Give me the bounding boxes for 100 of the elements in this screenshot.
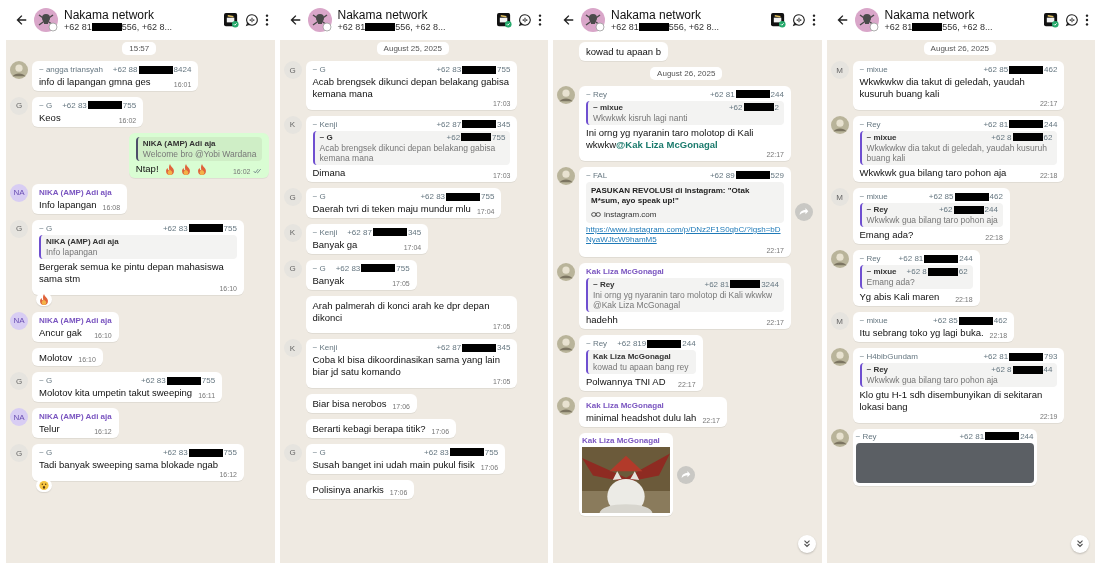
avatar-icon[interactable]: [830, 428, 849, 447]
chat-title[interactable]: Nakama network: [337, 8, 491, 22]
message-text: info di lapangan gmna ges: [39, 76, 151, 88]
sender-name[interactable]: NIKA (AMP) Adi aja: [39, 315, 112, 325]
quoted-message[interactable]: Kak Liza McGonagal kowad tu apaan bang rey: [586, 350, 696, 375]
scroll-down-button[interactable]: [797, 535, 816, 553]
sender-name[interactable]: ~ G: [39, 100, 53, 110]
sender-name[interactable]: ~ G: [39, 223, 53, 233]
reaction-badge[interactable]: [36, 479, 52, 492]
redaction-bar: [449, 448, 484, 457]
avatar[interactable]: G: [10, 444, 28, 463]
quoted-message[interactable]: ~ Rey +62 81 3244 Ini orng yg nyaranin taro molotop di Kali wkwkw @Kak Liza McGonagal: [586, 277, 784, 313]
profile-badge-icon[interactable]: [497, 12, 512, 28]
quoted-message[interactable]: NIKA (AMP) Adi aja Welcome bro @Yobi Wardana: [135, 136, 262, 161]
avatar[interactable]: G: [283, 188, 302, 206]
sender-name[interactable]: ~ Kenji: [312, 119, 338, 129]
sender-name[interactable]: ~ mixue: [859, 65, 888, 74]
avatar[interactable]: G: [283, 61, 302, 79]
sender-name[interactable]: Kak Liza McGonagal: [586, 266, 664, 276]
sender-name[interactable]: ~ Kenji: [312, 227, 338, 237]
sender-name[interactable]: ~ G: [312, 447, 326, 457]
avatar-icon[interactable]: [557, 166, 575, 185]
sender-name[interactable]: ~ G: [312, 263, 326, 273]
sender-name[interactable]: ~ angga triansyah: [39, 65, 103, 74]
phone-suffix: 244: [959, 254, 973, 264]
avatar[interactable]: NA: [10, 408, 28, 427]
sender-name[interactable]: ~ Rey: [855, 431, 877, 441]
avatar-icon[interactable]: [557, 397, 575, 416]
sender-name[interactable]: ~ Rey: [859, 119, 881, 129]
quoted-message[interactable]: ~ Rey +62 8 44 Wkwkwk gua bilang taro pohon aja: [859, 363, 1058, 388]
sender-name[interactable]: ~ H4bibGundam: [859, 352, 918, 361]
phone-suffix: 462: [1044, 65, 1058, 74]
avatar[interactable]: G: [10, 96, 28, 115]
quoted-message[interactable]: ~ mixue +62 8 62 Emang ada?: [859, 265, 973, 290]
more-icon[interactable]: [264, 13, 269, 27]
avatar[interactable]: K: [283, 223, 302, 242]
quoted-message[interactable]: ~ mixue +62 2 Wkwkwk kisruh lagi nanti: [586, 100, 784, 126]
avatar[interactable]: M: [830, 312, 849, 331]
back-icon[interactable]: [14, 13, 28, 27]
sender-name[interactable]: ~ G: [39, 448, 53, 458]
skull-avatar-icon[interactable]: [307, 8, 332, 32]
avatar[interactable]: NA: [10, 311, 28, 330]
profile-badge-icon[interactable]: [770, 12, 786, 28]
avatar[interactable]: K: [283, 339, 302, 358]
profile-badge-icon[interactable]: [1044, 12, 1059, 28]
quoted-message[interactable]: ~ Rey +62 244 Wkwkwk gua bilang taro pohon aja: [859, 203, 1003, 228]
more-icon[interactable]: [538, 13, 542, 27]
avatar[interactable]: M: [830, 188, 849, 206]
quoted-message[interactable]: ~ mixue +62 8 62 Wkwkwkw dia takut di geledah, yaudah kusuruh buang kali: [859, 130, 1058, 166]
message-text: Bergerak semua ke pintu depan mahasiswa sama stm: [39, 260, 225, 285]
quoted-message[interactable]: ~ G +62 755 Acab brengsek dikunci depan belakang gabisa kemana mana: [312, 130, 511, 166]
quoted-message[interactable]: NIKA (AMP) Adi aja Info lapangan: [39, 234, 237, 259]
fire-icon: [39, 293, 49, 305]
skull-avatar-icon[interactable]: [854, 8, 879, 32]
avatar-icon[interactable]: [557, 335, 575, 354]
sender-name[interactable]: NIKA (AMP) Adi aja: [39, 187, 112, 197]
skull-avatar-icon[interactable]: [34, 8, 58, 32]
mention-link[interactable]: @Kak Liza McGonagal: [616, 138, 718, 150]
sender-name[interactable]: ~ Kenji: [312, 343, 338, 353]
avatar[interactable]: G: [283, 443, 302, 462]
avatar[interactable]: G: [283, 259, 302, 278]
more-icon[interactable]: [811, 13, 816, 27]
avatar[interactable]: G: [10, 219, 28, 238]
voice-chat-icon[interactable]: [244, 13, 259, 27]
sender-name[interactable]: ~ G: [39, 376, 53, 386]
chat-title[interactable]: Nakama network: [64, 8, 218, 22]
avatar-icon[interactable]: [557, 85, 575, 104]
sender-name[interactable]: NIKA (AMP) Adi aja: [39, 412, 112, 422]
voice-chat-icon[interactable]: [518, 13, 532, 27]
back-icon[interactable]: [561, 13, 575, 27]
skull-avatar-icon[interactable]: [581, 8, 605, 32]
avatar-icon[interactable]: [830, 250, 849, 269]
voice-chat-icon[interactable]: [791, 13, 806, 27]
sender-name[interactable]: ~ FAL: [586, 170, 608, 180]
avatar-icon[interactable]: [10, 61, 28, 79]
voice-chat-icon[interactable]: [1065, 13, 1079, 27]
chat-title[interactable]: Nakama network: [611, 8, 765, 22]
sender-name[interactable]: ~ G: [312, 192, 326, 201]
sender-name[interactable]: ~ mixue: [859, 192, 888, 201]
sender-name[interactable]: ~ Rey: [586, 339, 608, 349]
avatar-icon[interactable]: [557, 262, 575, 281]
media-placeholder[interactable]: [855, 442, 1034, 483]
chat-title[interactable]: Nakama network: [884, 8, 1038, 22]
more-icon[interactable]: [1085, 13, 1089, 27]
avatar[interactable]: G: [10, 372, 28, 391]
avatar[interactable]: K: [283, 115, 302, 134]
sender-name[interactable]: ~ Rey: [859, 254, 881, 264]
avatar[interactable]: NA: [10, 183, 28, 202]
avatar-icon[interactable]: [830, 348, 849, 366]
sender-name[interactable]: ~ Rey: [586, 89, 608, 99]
profile-badge-icon[interactable]: [223, 12, 239, 28]
scroll-down-button[interactable]: [1071, 535, 1089, 553]
url-link[interactable]: https://www.instagram.com/p/DNz2F1S0qbC/?igsh=bDNyaWJtcW9hamM5: [586, 224, 784, 245]
avatar-icon[interactable]: [830, 115, 849, 134]
avatar[interactable]: M: [830, 61, 849, 79]
sender-name[interactable]: Kak Liza McGonagal: [582, 436, 660, 445]
link-preview[interactable]: PASUKAN REVOLUSI di Instagram: "Otak M*sum, ayo speak up!" instagram.com: [586, 181, 784, 223]
sender-name[interactable]: ~ G: [312, 65, 326, 74]
sender-name[interactable]: ~ mixue: [859, 316, 888, 326]
sender-name[interactable]: Kak Liza McGonagal: [586, 401, 664, 411]
